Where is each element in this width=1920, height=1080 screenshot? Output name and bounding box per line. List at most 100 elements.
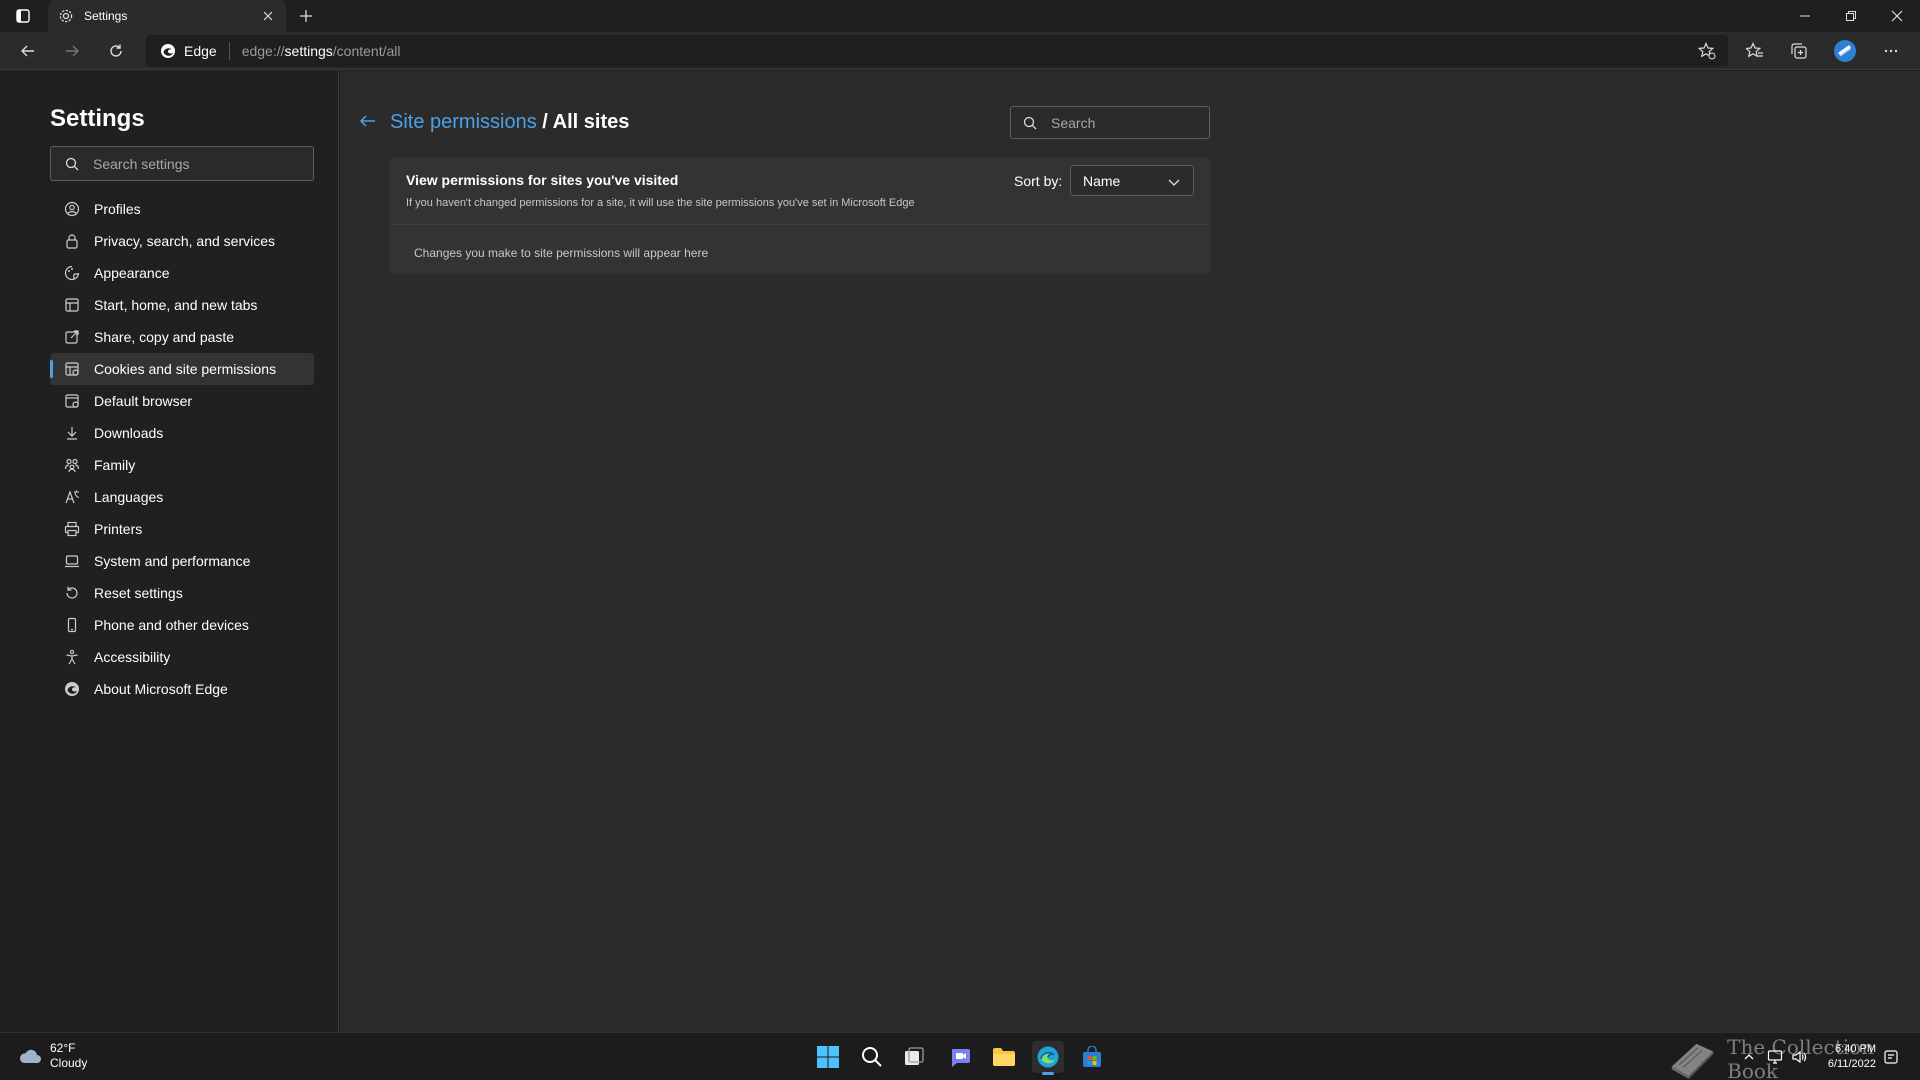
restore-button[interactable] [1828,0,1874,32]
back-to-site-permissions-button[interactable] [358,111,380,133]
task-view-button[interactable] [898,1041,930,1073]
sidebar-item-downloads[interactable]: Downloads [50,417,314,449]
volume-button[interactable] [1790,1048,1808,1066]
taskbar: 62°F Cloudy The Collection Book 6:40 PM … [0,1032,1920,1080]
sidebar-item-label: Privacy, search, and services [94,233,276,249]
favorites-button[interactable] [1740,37,1770,65]
collections-button[interactable] [1784,37,1814,65]
speaker-icon [1792,1050,1807,1064]
store-button[interactable] [1076,1041,1108,1073]
settings-search-input[interactable] [93,155,293,172]
sidebar-item-reset[interactable]: Reset settings [50,577,314,609]
forward-button[interactable] [58,37,86,65]
sidebar-item-label: Family [94,457,136,473]
profile-icon [64,201,80,217]
family-icon [64,457,80,473]
new-tab-button[interactable] [295,5,317,27]
sidebar-item-languages[interactable]: Languages [50,481,314,513]
weather-text: 62°F Cloudy [50,1041,87,1071]
tab-actions-button[interactable] [12,6,34,26]
edge-logo-icon [161,44,175,58]
share-icon [64,329,80,345]
back-button[interactable] [14,37,42,65]
minimize-button[interactable] [1782,0,1828,32]
laptop-icon [64,553,80,569]
star-add-icon [1697,42,1716,60]
sidebar-item-phone[interactable]: Phone and other devices [50,609,314,641]
sidebar-item-label: Reset settings [94,585,183,601]
empty-state-text: Changes you make to site permissions wil… [414,246,709,260]
sidebar-item-profiles[interactable]: Profiles [50,193,314,225]
sidebar-item-label: Profiles [94,201,141,217]
sidebar-item-label: Appearance [94,265,170,281]
sidebar-item-share-copy[interactable]: Share, copy and paste [50,321,314,353]
show-hidden-icons-button[interactable] [1740,1048,1758,1066]
sidebar-item-start-home[interactable]: Start, home, and new tabs [50,289,314,321]
cloud-icon [19,1049,41,1063]
sidebar-item-accessibility[interactable]: Accessibility [50,641,314,673]
url-bold: settings [284,43,333,59]
phone-icon [64,617,80,633]
all-sites-card: View permissions for sites you've visite… [390,157,1210,274]
sidebar-item-label: Downloads [94,425,164,441]
sidebar-item-default-browser[interactable]: Default browser [50,385,314,417]
printer-icon [64,521,80,537]
chat-button[interactable] [944,1041,976,1073]
more-icon [1884,49,1898,53]
sidebar-item-family[interactable]: Family [50,449,314,481]
sidebar-item-system[interactable]: System and performance [50,545,314,577]
network-button[interactable] [1766,1048,1784,1066]
url-suffix: /content/all [332,43,401,59]
settings-search-box[interactable] [50,146,314,181]
chevron-up-icon [1744,1054,1754,1060]
breadcrumb: Site permissions / All sites [390,111,629,134]
site-search-box[interactable] [1010,106,1210,139]
sidebar-item-label: Languages [94,489,164,505]
tab-title: Settings [84,9,128,23]
home-tabs-icon [64,297,80,313]
accessibility-icon [64,649,80,665]
notification-icon [1884,1050,1898,1064]
sidebar-item-label: System and performance [94,553,251,569]
breadcrumb-link-site-permissions[interactable]: Site permissions [390,111,537,133]
sidebar-item-label: Cookies and site permissions [94,361,277,377]
clock-date: 6/11/2022 [1827,1058,1876,1070]
profile-button[interactable] [1830,37,1860,65]
breadcrumb-separator: / [536,111,553,133]
sidebar-item-appearance[interactable]: Appearance [50,257,314,289]
search-taskbar-button[interactable] [856,1041,888,1073]
favorites-icon [1746,42,1763,58]
clock[interactable]: 6:40 PM 6/11/2022 [1828,1042,1876,1072]
address-bar[interactable]: Edge edge://settings/content/all [146,35,1728,67]
gear-icon [58,8,74,24]
title-bar: Settings [0,0,1920,32]
sidebar-item-printers[interactable]: Printers [50,513,314,545]
weather-widget[interactable]: 62°F Cloudy [18,1041,87,1071]
sort-dropdown[interactable]: Name [1070,165,1194,196]
sidebar-item-privacy[interactable]: Privacy, search, and services [50,225,314,257]
file-explorer-button[interactable] [988,1041,1020,1073]
plus-icon [300,10,312,22]
add-favorite-button[interactable] [1697,42,1716,60]
tab-settings[interactable]: Settings [48,0,286,32]
weather-description: Cloudy [50,1056,88,1070]
more-menu-button[interactable] [1876,37,1906,65]
close-window-button[interactable] [1874,0,1920,32]
sidebar-item-cookies[interactable]: Cookies and site permissions [50,353,314,385]
chevron-down-icon [1168,179,1180,186]
download-icon [64,425,80,441]
edge-logo-icon [64,681,80,697]
collections-icon [1791,43,1807,59]
sidebar-item-about[interactable]: About Microsoft Edge [50,673,314,705]
sidebar-item-label: Phone and other devices [94,617,249,633]
notifications-button[interactable] [1882,1048,1900,1066]
start-button[interactable] [812,1041,844,1073]
book-logo-icon [1671,1043,1714,1079]
appearance-icon [64,265,80,281]
edge-taskbar-button[interactable] [1032,1041,1064,1075]
sidebar-item-label: About Microsoft Edge [94,681,228,697]
card-header: View permissions for sites you've visite… [390,157,1210,225]
tab-close-button[interactable] [260,8,276,24]
refresh-button[interactable] [102,37,130,65]
site-search-input[interactable] [1051,114,1201,131]
